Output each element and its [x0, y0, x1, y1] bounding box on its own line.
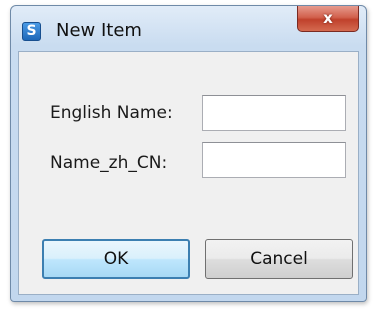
close-icon: x [323, 9, 333, 27]
new-item-dialog: S New Item x English Name: Name_zh_CN: O… [10, 5, 367, 302]
cancel-button[interactable]: Cancel [205, 239, 353, 279]
dialog-body: English Name: Name_zh_CN: OK Cancel [18, 51, 359, 295]
english-name-label: English Name: [50, 103, 173, 123]
title-bar[interactable]: S New Item x [11, 6, 366, 51]
ok-button[interactable]: OK [42, 239, 190, 279]
name-zh-cn-input[interactable] [202, 142, 346, 178]
name-zh-cn-label: Name_zh_CN: [50, 153, 168, 173]
close-button[interactable]: x [297, 6, 359, 32]
window-title: New Item [56, 20, 142, 41]
app-icon-glyph: S [26, 23, 37, 39]
app-icon: S [22, 22, 41, 41]
english-name-input[interactable] [202, 95, 346, 131]
